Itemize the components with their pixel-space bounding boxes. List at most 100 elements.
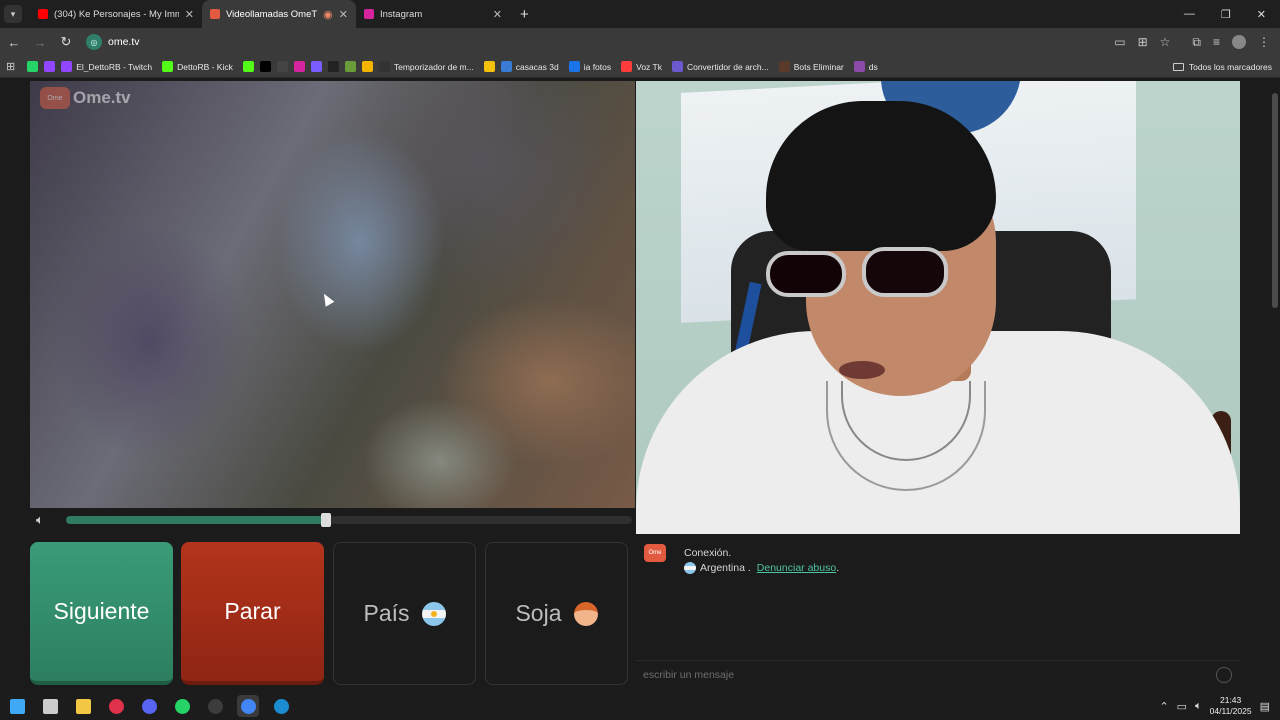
ometv-page: Ome Ome.tv 🔈︎ Siguiente Parar País Soja … <box>0 79 1280 692</box>
whatsapp-icon[interactable] <box>171 695 193 717</box>
mouse-cursor <box>319 291 335 307</box>
close-tab-icon[interactable]: ✕ <box>185 8 194 21</box>
bookmark-label: Convertidor de arch... <box>686 61 769 72</box>
ometv-logo-icon: Ome <box>40 87 70 109</box>
bookmark-item[interactable]: Convertidor de arch... <box>671 61 769 72</box>
ometv-logo: Ome Ome.tv <box>40 87 131 109</box>
tab-title: Videollamadas OmeTV — A <box>226 8 318 20</box>
bookmark-item[interactable]: El_DettoRB - Twitch <box>61 61 152 72</box>
volume-tray-icon[interactable]: 🔈︎ <box>1195 700 1202 713</box>
bookmark-item[interactable] <box>44 61 56 72</box>
tray-chevron-icon[interactable]: ⌃ <box>1159 700 1168 713</box>
bookmark-label: Temporizador de m... <box>393 61 474 72</box>
bookmark-item[interactable] <box>27 61 39 72</box>
report-abuse-link[interactable]: Denunciar abuso <box>757 562 836 574</box>
ometv-icon <box>210 9 220 19</box>
bookmark-item[interactable] <box>483 61 495 72</box>
tab-title: Instagram <box>380 8 423 20</box>
mouth <box>839 361 885 379</box>
bookmark-item[interactable] <box>361 61 373 72</box>
all-bookmarks-label: Todos los marcadores <box>1188 61 1272 72</box>
windows-taskbar: ⌃ ▭ 🔈︎ 21:43 04/11/2025 ▤ <box>0 692 1280 720</box>
ometv-chat-icon: Ome <box>644 544 666 562</box>
network-icon[interactable]: ▭ <box>1177 700 1187 713</box>
profile-avatar[interactable] <box>1232 35 1246 49</box>
back-icon[interactable]: ← <box>2 35 26 50</box>
bookmark-favicon-icon <box>671 61 683 72</box>
bookmark-favicon-icon <box>378 61 390 72</box>
bookmark-item[interactable]: DettoRB - Kick <box>162 61 233 72</box>
whatsapp-glyph <box>174 698 190 714</box>
next-button[interactable]: Siguiente <box>30 542 173 685</box>
address-bar[interactable]: ◎ ome.tv <box>86 34 140 50</box>
bookmark-favicon-icon <box>621 61 633 72</box>
bookmark-item[interactable] <box>242 61 254 72</box>
system-tray: ⌃ ▭ 🔈︎ 21:43 04/11/2025 ▤ <box>1159 695 1280 717</box>
bookmark-item[interactable]: Bots Eliminar <box>778 61 844 72</box>
speaker-icon[interactable]: 🔈︎ <box>36 512 60 528</box>
reload-icon[interactable]: ↻ <box>54 34 78 50</box>
recording-icon: ◉ <box>323 8 333 21</box>
bookmark-item[interactable]: ia fotos <box>568 61 611 72</box>
discord-icon[interactable] <box>138 695 160 717</box>
start-icon[interactable] <box>6 695 28 717</box>
menu-icon[interactable]: ⋮ <box>1258 35 1270 49</box>
media-icon[interactable]: ≡ <box>1213 35 1220 49</box>
bookmark-item[interactable] <box>293 61 305 72</box>
tab-instagram[interactable]: Instagram ✕ <box>356 0 510 28</box>
bookmark-star-icon[interactable]: ☆ <box>1160 35 1171 49</box>
notifications-icon[interactable]: ▤ <box>1260 700 1270 713</box>
volume-handle[interactable] <box>321 513 332 527</box>
page-scrollbar[interactable] <box>1270 81 1280 690</box>
close-tab-icon[interactable]: ✕ <box>493 8 502 21</box>
stop-button[interactable]: Parar <box>181 542 324 685</box>
bookmark-item[interactable] <box>259 61 271 72</box>
country-button-label: País <box>363 600 410 626</box>
stranger-country-line: Argentina . Denunciar abuso . <box>684 562 839 574</box>
tab-youtube[interactable]: (304) Ke Personajes - My Imme ✕ <box>30 0 202 28</box>
bookmark-item[interactable]: Temporizador de m... <box>378 61 474 72</box>
bookmark-item[interactable] <box>327 61 339 72</box>
volume-control: 🔈︎ <box>30 509 635 531</box>
extensions-icon[interactable]: ⧉ <box>1192 35 1201 50</box>
bookmark-item[interactable]: Voz Tk <box>621 61 662 72</box>
message-input[interactable]: escribir un mensaje <box>636 660 1240 688</box>
clock[interactable]: 21:43 04/11/2025 <box>1210 695 1252 717</box>
cast-icon[interactable]: ▭ <box>1114 35 1125 49</box>
bookmark-item[interactable] <box>276 61 288 72</box>
site-info-icon[interactable]: ◎ <box>86 34 102 50</box>
gender-button[interactable]: Soja <box>485 542 628 685</box>
stop-button-label: Parar <box>224 598 281 624</box>
bookmark-item[interactable] <box>344 61 356 72</box>
scrollbar-thumb[interactable] <box>1272 93 1278 308</box>
file-explorer-icon[interactable] <box>72 695 94 717</box>
boy-emoji-icon <box>573 601 598 626</box>
bookmark-item[interactable]: ds <box>853 61 878 72</box>
translate-icon[interactable]: ⊞ <box>1138 35 1148 49</box>
tab-ometv[interactable]: Videollamadas OmeTV — A ◉ ✕ <box>202 0 356 28</box>
bookmark-item[interactable] <box>310 61 322 72</box>
task-view-icon[interactable] <box>39 695 61 717</box>
bookmark-item[interactable]: casacas 3d <box>500 61 559 72</box>
forward-icon[interactable]: → <box>28 35 52 50</box>
bookmark-favicon-icon <box>27 61 39 72</box>
bookmark-favicon-icon <box>327 61 339 72</box>
country-button[interactable]: País <box>333 542 476 685</box>
close-tab-icon[interactable]: ✕ <box>339 8 348 21</box>
restore-icon[interactable]: ❐ <box>1221 8 1231 21</box>
new-tab-icon[interactable]: + <box>520 6 529 23</box>
minimize-icon[interactable]: — <box>1184 8 1195 21</box>
apps-icon[interactable]: ⊞ <box>6 60 15 73</box>
all-bookmarks[interactable]: Todos los marcadores <box>1172 61 1272 72</box>
emoji-icon[interactable] <box>1216 667 1232 683</box>
close-window-icon[interactable]: ✕ <box>1257 8 1266 21</box>
tab-search-icon[interactable]: ▾ <box>4 5 22 23</box>
app-red-icon[interactable] <box>105 695 127 717</box>
browser-tab-strip: ▾ (304) Ke Personajes - My Imme ✕ Videol… <box>0 0 1280 28</box>
steam-icon[interactable] <box>270 695 292 717</box>
volume-slider[interactable] <box>66 513 632 527</box>
app-red-glyph <box>108 698 124 714</box>
chrome-glyph <box>240 698 256 714</box>
chrome-icon[interactable] <box>237 695 259 717</box>
obs-icon[interactable] <box>204 695 226 717</box>
